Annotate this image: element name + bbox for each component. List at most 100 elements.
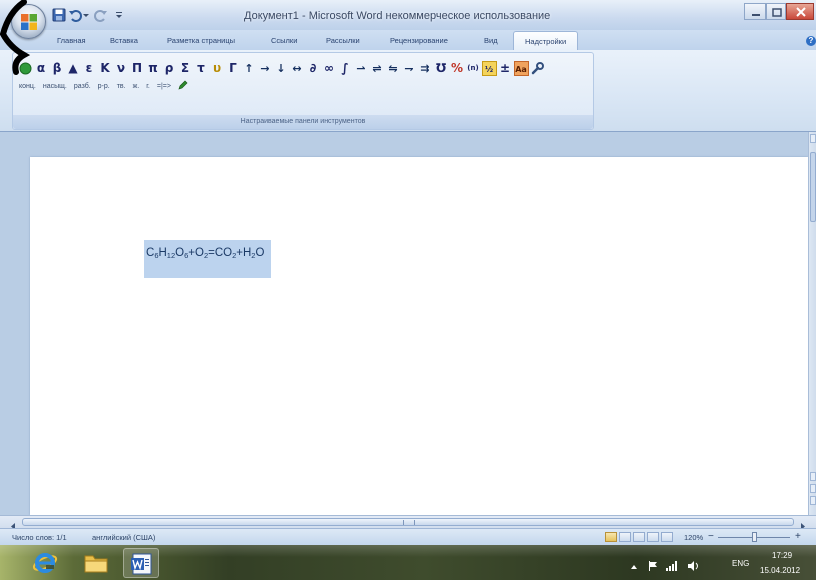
symbol-button[interactable]: ρ [161, 60, 177, 77]
web-layout-view-icon[interactable] [633, 532, 645, 542]
clock-date[interactable]: 15.04.2012 [760, 566, 800, 575]
symbol-button[interactable]: ε [81, 60, 97, 77]
formula-part: H [158, 247, 167, 259]
full-screen-reading-view-icon[interactable] [619, 532, 631, 542]
vertical-scroll-thumb[interactable] [810, 152, 816, 222]
fraction-button[interactable]: ½ [481, 61, 497, 76]
arrow-button[interactable]: ↑ [241, 60, 257, 77]
scroll-grip-icon [403, 520, 415, 525]
arrow-button[interactable]: ↓ [273, 60, 289, 77]
symbol-button[interactable]: Π [129, 60, 145, 77]
plus-minus-button[interactable]: ± [497, 60, 513, 77]
symbol-button[interactable]: Γ [225, 60, 241, 77]
horizontal-scroll-thumb[interactable] [22, 518, 794, 526]
word-count[interactable]: Число слов: 1/1 [12, 533, 67, 542]
reaction-arrow-button[interactable]: ⇀ [353, 60, 369, 77]
symbol-button[interactable]: ∂ [305, 60, 321, 77]
select-browse-object-icon[interactable] [810, 484, 816, 493]
print-layout-view-icon[interactable] [605, 532, 617, 542]
reaction-arrow-button[interactable]: ⇋ [385, 60, 401, 77]
tab-page-layout[interactable]: Разметка страницы [167, 36, 235, 45]
tab-home[interactable]: Главная [57, 36, 86, 45]
state-label-button[interactable]: =|=> [157, 83, 171, 90]
pencil-icon[interactable] [178, 80, 188, 92]
document-workspace: C6H12O6+O2=CO2+H2O [0, 132, 808, 515]
language-indicator[interactable]: английский (США) [92, 533, 155, 542]
volume-icon[interactable] [688, 558, 700, 576]
network-icon[interactable] [666, 558, 678, 576]
scroll-right-arrow-icon[interactable] [798, 518, 808, 530]
redo-icon[interactable] [94, 8, 108, 22]
tab-mailings[interactable]: Рассылки [326, 36, 360, 45]
draft-view-icon[interactable] [661, 532, 673, 542]
save-icon[interactable] [52, 8, 66, 22]
zoom-in-button[interactable]: + [795, 531, 801, 542]
formula-part: +H [236, 247, 252, 259]
text-selection[interactable]: C6H12O6+O2=CO2+H2O [144, 240, 271, 278]
symbol-button[interactable]: K [97, 60, 113, 77]
tab-addins[interactable]: Надстройки [513, 31, 579, 51]
word-icon[interactable] [123, 548, 159, 578]
file-explorer-icon[interactable] [78, 548, 114, 578]
reaction-arrow-button[interactable]: ⇌ [369, 60, 385, 77]
symbol-button[interactable]: ν [113, 60, 129, 77]
formula-text[interactable]: C6H12O6+O2=CO2+H2O [146, 247, 264, 260]
scroll-up-arrow-icon[interactable] [810, 134, 816, 143]
next-page-icon[interactable] [810, 496, 816, 505]
formula-subscript: 12 [166, 251, 176, 260]
outline-view-icon[interactable] [647, 532, 659, 542]
zoom-level[interactable]: 120% [684, 533, 703, 542]
state-label-button[interactable]: р-р. [98, 83, 110, 90]
input-language-indicator[interactable]: ENG [732, 559, 749, 568]
show-hidden-icons-icon[interactable] [630, 558, 638, 576]
scroll-left-arrow-icon[interactable] [8, 518, 18, 530]
minimize-button[interactable] [744, 3, 766, 20]
document-page[interactable]: C6H12O6+O2=CO2+H2O [30, 157, 808, 515]
horizontal-scrollbar[interactable] [0, 515, 816, 530]
symbol-button[interactable]: ∫ [337, 60, 353, 77]
custom-toolbars-group: α β ▲ ε K ν Π π ρ Σ τ υ Γ ↑ → ↓ ↔ ∂ ∞ ∫ … [12, 52, 594, 130]
reaction-arrow-button[interactable]: ⇉ [417, 60, 433, 77]
tab-view[interactable]: Вид [484, 36, 498, 45]
previous-page-icon[interactable] [810, 472, 816, 481]
maximize-button[interactable] [766, 3, 786, 20]
state-label-button[interactable]: насыщ. [43, 83, 67, 90]
symbol-button[interactable]: Σ [177, 60, 193, 77]
arrow-button[interactable]: → [257, 60, 273, 77]
symbol-button[interactable]: τ [193, 60, 209, 77]
vertical-scrollbar[interactable] [808, 132, 816, 515]
symbol-button[interactable]: π [145, 60, 161, 77]
reaction-arrow-button[interactable]: ⇁ [401, 60, 417, 77]
state-label-button[interactable]: г. [146, 83, 150, 90]
percent-button[interactable]: % [449, 60, 465, 77]
arrow-button[interactable]: ↔ [289, 60, 305, 77]
symbol-button[interactable]: ℧ [433, 60, 449, 77]
tab-references[interactable]: Ссылки [271, 36, 297, 45]
symbol-button[interactable]: β [49, 60, 65, 77]
symbol-button[interactable]: ∞ [321, 60, 337, 77]
state-label-button[interactable]: разб. [74, 83, 91, 90]
zoom-slider-thumb[interactable] [752, 532, 757, 542]
undo-icon[interactable] [68, 8, 82, 22]
clock-time[interactable]: 17:29 [772, 551, 792, 560]
ribbon: α β ▲ ε K ν Π π ρ Σ τ υ Γ ↑ → ↓ ↔ ∂ ∞ ∫ … [0, 50, 816, 132]
tab-review[interactable]: Рецензирование [390, 36, 448, 45]
tab-insert[interactable]: Вставка [110, 36, 138, 45]
state-label-button[interactable]: конц. [19, 83, 36, 90]
customize-dropdown-icon[interactable] [114, 8, 124, 22]
symbol-button[interactable]: α [33, 60, 49, 77]
status-bar: Число слов: 1/1 английский (США) 120% − … [0, 528, 816, 545]
internet-explorer-icon[interactable] [27, 548, 63, 578]
zoom-out-button[interactable]: − [708, 531, 714, 542]
help-icon[interactable]: ? [806, 36, 816, 46]
action-center-flag-icon[interactable] [648, 558, 658, 576]
close-button[interactable] [786, 3, 814, 20]
symbol-button[interactable]: υ [209, 60, 225, 77]
change-case-button[interactable]: Aa [513, 61, 529, 76]
symbol-button[interactable]: ▲ [65, 60, 81, 77]
n-button[interactable]: (n) [465, 60, 481, 77]
state-label-button[interactable]: ж. [133, 83, 140, 90]
undo-dropdown-icon[interactable] [82, 8, 90, 22]
wrench-icon[interactable] [529, 60, 545, 77]
state-label-button[interactable]: тв. [117, 83, 126, 90]
